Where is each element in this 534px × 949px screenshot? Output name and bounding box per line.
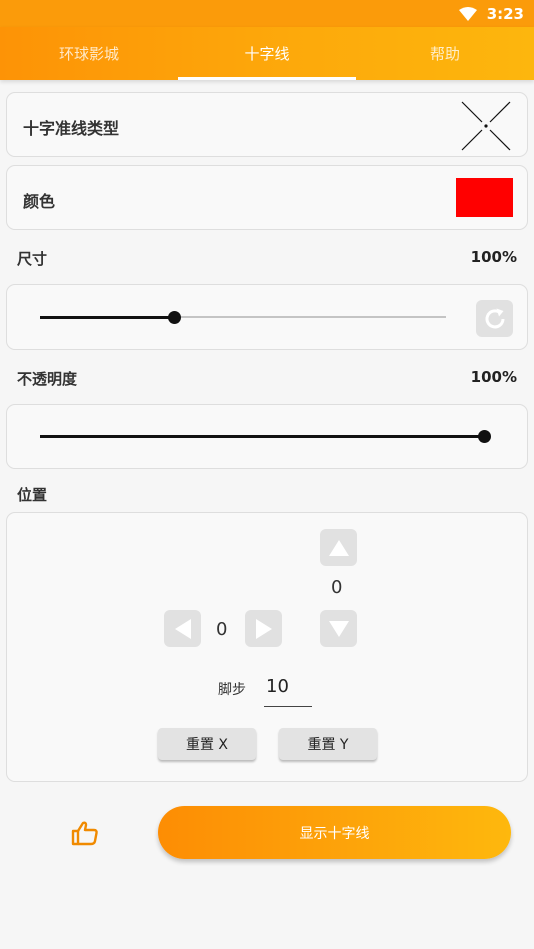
color-label: 颜色: [23, 192, 56, 211]
size-slider-card: [6, 284, 528, 350]
move-down-button[interactable]: [320, 610, 357, 647]
move-up-button[interactable]: [320, 529, 357, 566]
color-swatch[interactable]: [456, 178, 513, 217]
thumbs-up-icon[interactable]: [71, 819, 99, 847]
size-label: 尺寸: [17, 250, 48, 268]
position-label: 位置: [17, 486, 48, 504]
tab-label: 十字线: [244, 45, 290, 63]
arrow-left-icon: [174, 618, 191, 639]
tab-help[interactable]: 帮助: [356, 27, 534, 80]
size-value: 100%: [470, 248, 517, 266]
y-value: 0: [331, 577, 343, 598]
opacity-slider-card: [6, 404, 528, 469]
move-left-button[interactable]: [164, 610, 201, 647]
slider-fill: [40, 435, 484, 438]
opacity-label: 不透明度: [17, 370, 78, 388]
reset-y-button[interactable]: 重置 Y: [279, 728, 377, 760]
x-value: 0: [216, 619, 228, 640]
show-crosshair-label: 显示十字线: [299, 825, 370, 842]
move-right-button[interactable]: [245, 610, 282, 647]
tab-crosshair[interactable]: 十字线: [178, 27, 356, 80]
crosshair-type-row[interactable]: 十字准线类型: [6, 92, 528, 157]
tab-label: 环球影城: [58, 45, 119, 63]
step-input[interactable]: 10: [264, 675, 312, 707]
tab-bar: 环球影城 十字线 帮助: [0, 27, 534, 80]
status-bar: 3:23: [0, 0, 534, 27]
reset-x-button[interactable]: 重置 X: [158, 728, 256, 760]
wifi-icon: [458, 6, 477, 21]
opacity-value: 100%: [470, 368, 517, 386]
position-card: 0 0 脚步 10 重置 X 重置 Y: [6, 512, 528, 782]
size-reset-button[interactable]: [476, 300, 513, 337]
status-time: 3:23: [486, 4, 524, 23]
slider-thumb[interactable]: [478, 430, 491, 443]
slider-thumb[interactable]: [168, 311, 181, 324]
tab-label: 帮助: [429, 45, 460, 63]
arrow-right-icon: [255, 618, 272, 639]
tab-universal-studios[interactable]: 环球影城: [0, 27, 178, 80]
step-label: 脚步: [218, 682, 246, 698]
crosshair-type-label: 十字准线类型: [23, 119, 120, 138]
refresh-icon: [485, 308, 504, 328]
crosshair-x-icon[interactable]: [460, 100, 512, 152]
show-crosshair-button[interactable]: 显示十字线: [158, 806, 511, 859]
arrow-up-icon: [328, 539, 349, 556]
color-row[interactable]: 颜色: [6, 165, 528, 230]
arrow-down-icon: [328, 620, 349, 637]
slider-fill: [40, 316, 174, 319]
